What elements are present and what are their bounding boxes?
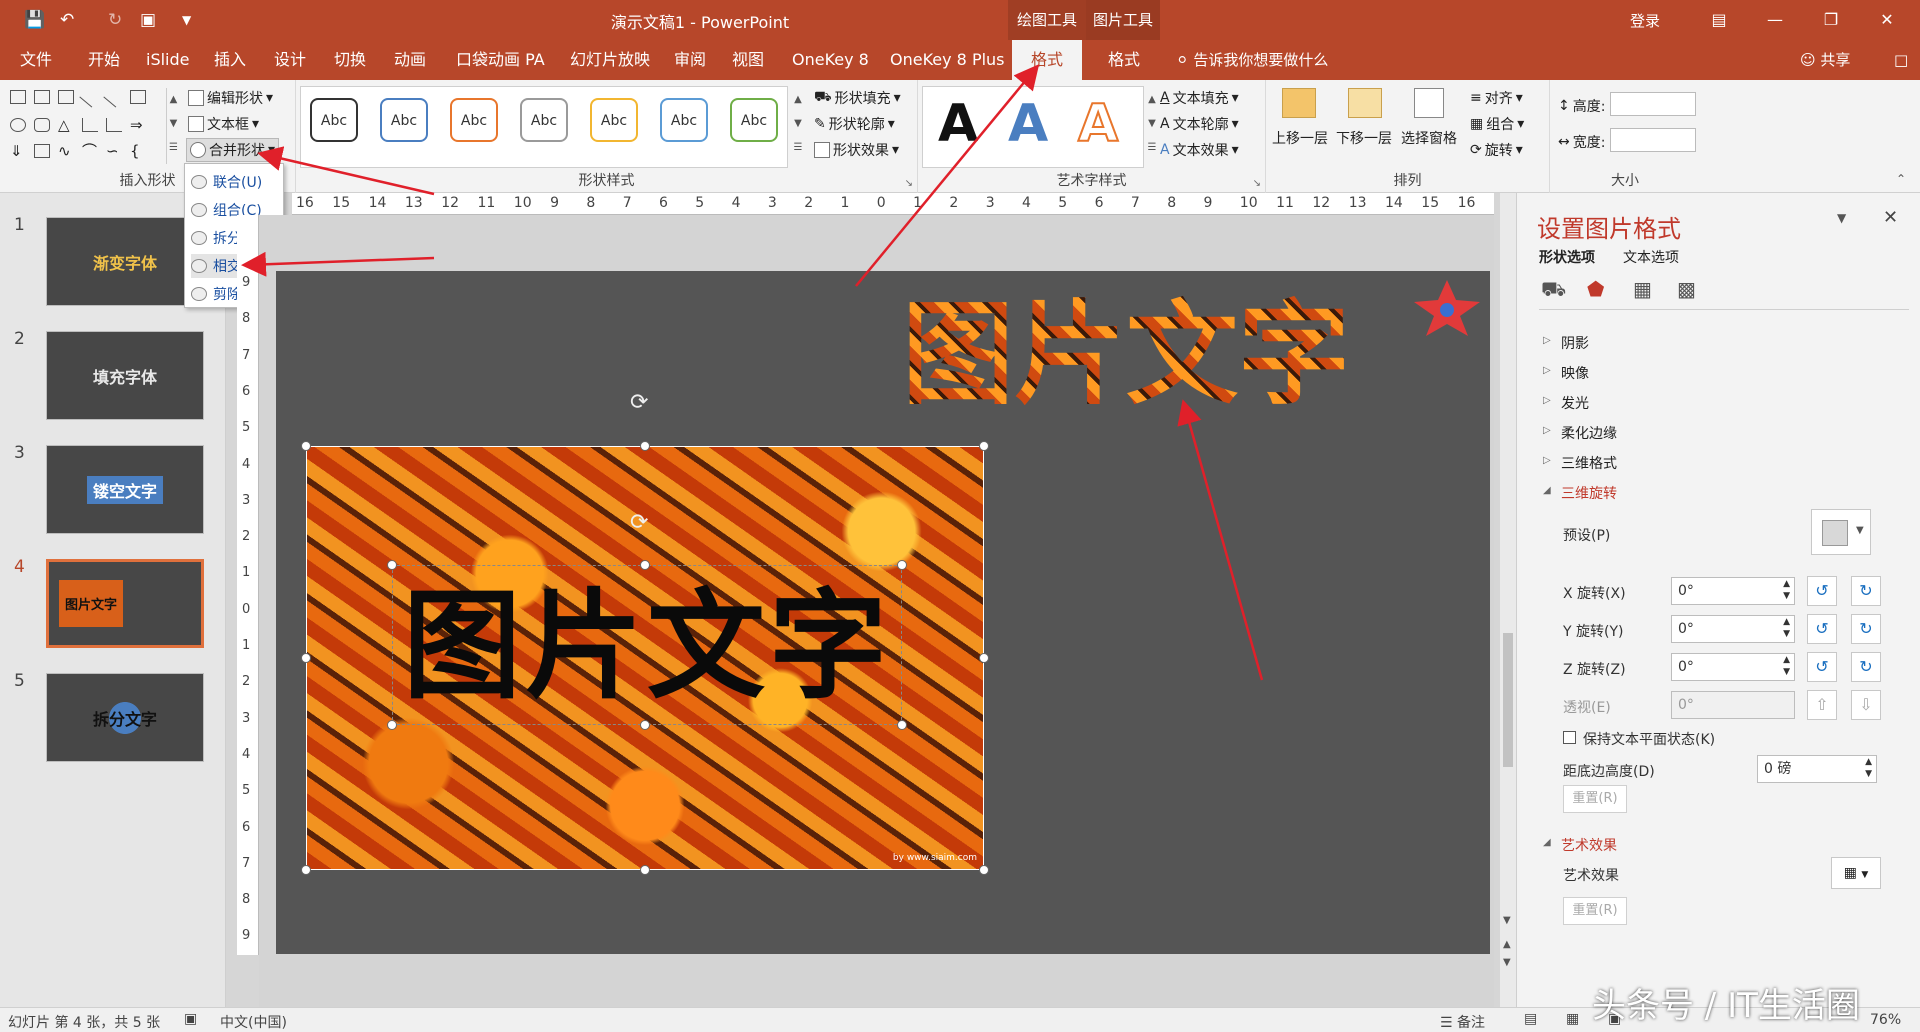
tab-shape-options[interactable]: 形状选项 bbox=[1539, 247, 1595, 267]
stepper-icon[interactable]: ▲ ▼ bbox=[1783, 616, 1790, 640]
next-slide-icon[interactable]: ▼ bbox=[1503, 957, 1511, 968]
picture-icon[interactable]: ▩ bbox=[1677, 277, 1696, 301]
normal-view-icon[interactable]: ▤ bbox=[1524, 1011, 1537, 1027]
artistic-effects-label: 艺术效果 bbox=[1563, 868, 1619, 884]
section-soft-edges[interactable]: 柔化边缘 bbox=[1561, 423, 1617, 443]
arrow-to-merge-button bbox=[257, 146, 435, 196]
expand-icon: ▷ bbox=[1543, 395, 1551, 406]
format-picture-pane: 设置图片格式 ▼ ✕ 形状选项 文本选项 ⛟ ⬟ ▦ ▩ ▷ 阴影 ▷ 映像 ▷ 发光… bbox=[1516, 193, 1920, 1007]
slide-counter: 幻灯片 第 4 张，共 5 张 bbox=[8, 1015, 161, 1031]
z-rotate-left-icon[interactable]: ↺ bbox=[1807, 652, 1837, 682]
reset-artistic-button[interactable]: 重置(R) bbox=[1563, 897, 1627, 925]
distance-label: 距底边高度(D) bbox=[1563, 764, 1655, 780]
section-shadow[interactable]: 阴影 bbox=[1561, 333, 1589, 353]
artistic-effects-picker[interactable]: ▦ ▼ bbox=[1831, 857, 1881, 889]
notes-icon: ☰ bbox=[1440, 1015, 1453, 1031]
chevron-down-icon: ▼ bbox=[1856, 525, 1864, 536]
z-rotation-input[interactable]: 0° ▲ ▼ bbox=[1671, 653, 1795, 681]
stepper-icon[interactable]: ▲ ▼ bbox=[1783, 654, 1790, 678]
pane-title: 设置图片格式 bbox=[1537, 215, 1681, 243]
artistic-effect-icon: ▦ bbox=[1843, 865, 1857, 881]
collapse-icon: ◢ bbox=[1543, 837, 1551, 848]
z-rotation-label: Z 旋转(Z) bbox=[1563, 662, 1626, 678]
chevron-down-icon: ▼ bbox=[1861, 870, 1869, 880]
fill-line-icon[interactable]: ⛟ bbox=[1541, 277, 1566, 304]
section-artistic-effects[interactable]: 艺术效果 bbox=[1561, 835, 1617, 855]
stepper-icon[interactable]: ▲ ▼ bbox=[1783, 578, 1790, 602]
expand-icon: ▷ bbox=[1543, 365, 1551, 376]
x-rotation-input[interactable]: 0° ▲ ▼ bbox=[1671, 577, 1795, 605]
zoom-level[interactable]: 76% bbox=[1870, 1012, 1901, 1028]
section-3d-format[interactable]: 三维格式 bbox=[1561, 453, 1617, 473]
scroll-thumb[interactable] bbox=[1503, 633, 1513, 767]
brand-watermark: 头条号 / IT生活圈 bbox=[1592, 986, 1860, 1026]
expand-icon: ▷ bbox=[1543, 455, 1551, 466]
sorter-view-icon[interactable]: ▦ bbox=[1566, 1011, 1579, 1027]
pane-options-icon[interactable]: ▼ bbox=[1837, 211, 1846, 225]
keep-flat-checkbox[interactable] bbox=[1563, 731, 1576, 744]
arrow-to-result-text bbox=[1177, 399, 1264, 681]
z-rotate-right-icon[interactable]: ↻ bbox=[1851, 652, 1881, 682]
distance-input[interactable]: 0 磅 ▲ ▼ bbox=[1757, 755, 1877, 783]
stepper-icon[interactable]: ▲ ▼ bbox=[1865, 756, 1872, 780]
x-rotate-left-icon[interactable]: ↺ bbox=[1807, 576, 1837, 606]
x-rotation-label: X 旋转(X) bbox=[1563, 586, 1626, 602]
section-reflection[interactable]: 映像 bbox=[1561, 363, 1589, 383]
tab-text-options[interactable]: 文本选项 bbox=[1623, 247, 1679, 267]
y-rotation-label: Y 旋转(Y) bbox=[1563, 624, 1624, 640]
perspective-label: 透视(E) bbox=[1563, 700, 1611, 716]
reset-rotation-button[interactable]: 重置(R) bbox=[1563, 785, 1627, 813]
section-3d-rotation[interactable]: 三维旋转 bbox=[1561, 483, 1617, 503]
arrow-to-intersect bbox=[241, 251, 435, 277]
notes-button[interactable]: ☰ 备注 bbox=[1440, 1012, 1485, 1032]
effects-pentagon-icon[interactable]: ⬟ bbox=[1587, 277, 1604, 301]
pane-divider bbox=[1539, 309, 1909, 310]
perspective-input: 0° bbox=[1671, 691, 1795, 719]
y-rotate-up-icon[interactable]: ↺ bbox=[1807, 614, 1837, 644]
expand-icon: ▷ bbox=[1543, 335, 1551, 346]
pane-close-icon[interactable]: ✕ bbox=[1883, 207, 1898, 228]
expand-icon: ▷ bbox=[1543, 425, 1551, 436]
collapse-icon: ◢ bbox=[1543, 485, 1551, 496]
preset-picker[interactable]: ▼ bbox=[1811, 509, 1871, 555]
preset-swatch bbox=[1822, 520, 1848, 546]
perspective-up-icon: ⇧ bbox=[1807, 690, 1837, 720]
vertical-scrollbar[interactable]: ▼ ▲ ▼ bbox=[1500, 193, 1516, 1007]
language-indicator[interactable]: 中文(中国) bbox=[220, 1012, 287, 1032]
y-rotate-down-icon[interactable]: ↻ bbox=[1851, 614, 1881, 644]
keep-flat-label: 保持文本平面状态(K) bbox=[1583, 732, 1716, 748]
x-rotate-right-icon[interactable]: ↻ bbox=[1851, 576, 1881, 606]
arrow-to-format-tab bbox=[855, 64, 1040, 287]
scroll-down-icon[interactable]: ▼ bbox=[1503, 915, 1511, 926]
section-glow[interactable]: 发光 bbox=[1561, 393, 1589, 413]
spellcheck-icon[interactable]: ▣ bbox=[184, 1011, 197, 1027]
size-properties-icon[interactable]: ▦ bbox=[1633, 277, 1652, 301]
perspective-down-icon: ⇩ bbox=[1851, 690, 1881, 720]
preset-label: 预设(P) bbox=[1563, 528, 1611, 544]
prev-slide-icon[interactable]: ▲ bbox=[1503, 939, 1511, 950]
y-rotation-input[interactable]: 0° ▲ ▼ bbox=[1671, 615, 1795, 643]
